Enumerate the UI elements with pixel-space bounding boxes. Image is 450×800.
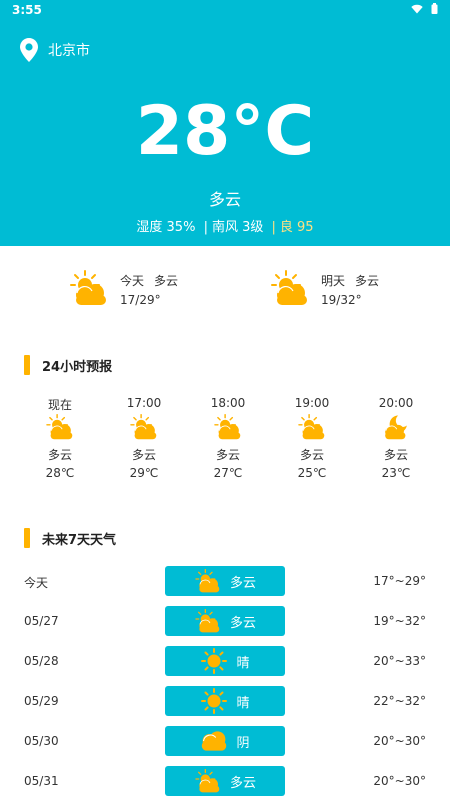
hour-time: 18:00 [210,396,246,410]
hour-condition: 多云 [383,448,408,462]
current-details: 湿度 35% | 南风 3级 | 良 95 [0,216,450,235]
summary-label: 今天 [120,274,145,288]
daily-condition: 晴 [236,695,250,711]
hour-temp: 28℃ [45,466,75,480]
status-icons [411,3,438,14]
daily-range: 20°~30° [373,774,426,788]
hourly-item: 现在 多云 28℃ [18,396,102,482]
hour-time: 现在 [47,398,72,412]
hourly-section-title: 24小时预报 [24,355,112,375]
status-time: 3:55 [12,3,42,17]
summary-label: 明天 [321,274,346,288]
city-name: 北京市 [48,43,90,59]
summary-today: 今天 多云 17/29° [70,264,260,314]
hour-temp: 23℃ [381,466,411,480]
daily-date: 05/27 [24,614,59,628]
partly-cloudy-icon [70,270,108,310]
partly-cloudy-icon [186,414,270,442]
partly-cloudy-icon [18,414,102,442]
partly-cloudy-night-icon [354,414,438,442]
current-condition: 多云 [208,190,241,209]
summary-tomorrow: 明天 多云 19/32° [271,264,450,314]
wind: 南风 3级 [211,220,264,235]
separator: | [203,220,208,235]
hour-condition: 多云 [47,448,72,462]
hourly-item: 19:00 多云 25℃ [270,396,354,482]
hour-condition: 多云 [215,448,240,462]
air-quality: 良 95 [279,220,314,235]
hourly-item: 17:00 多云 29℃ [102,396,186,482]
daily-row[interactable]: 05/31 多云 20°~30° [0,766,450,798]
daily-condition-pill: 晴 [165,646,285,676]
status-bar: 3:55 [0,0,450,22]
summary-range: 19/32° [321,293,362,307]
hourly-title: 24小时预报 [42,359,113,375]
partly-cloudy-icon [102,414,186,442]
summary-condition: 多云 [154,274,179,288]
hour-temp: 29℃ [129,466,159,480]
hour-temp: 25℃ [297,466,327,480]
current-weather-header: 3:55 北京市 28°C 多云 湿度 35% | 南风 3级 | 良 95 [0,0,450,246]
humidity: 湿度 35% [136,220,196,235]
battery-icon [431,3,438,14]
location-pin-icon [20,38,38,62]
sunny-icon [200,688,228,714]
current-temperature: 28°C [135,92,315,171]
sunny-icon [200,648,228,674]
daily-row[interactable]: 05/30 阴 20°~30° [0,726,450,758]
daily-condition-pill: 阴 [165,726,285,756]
daily-range: 20°~33° [373,654,426,668]
daily-row[interactable]: 今天 多云 17°~29° [0,566,450,598]
daily-condition: 多云 [229,615,256,631]
summary-range: 17/29° [120,293,161,307]
location[interactable]: 北京市 [20,38,90,62]
hour-temp: 27℃ [213,466,243,480]
summary-condition: 多云 [355,274,380,288]
daily-date: 今天 [24,576,49,590]
partly-cloudy-icon [271,270,309,310]
daily-date: 05/29 [24,694,59,708]
daily-row[interactable]: 05/28 晴 20°~33° [0,646,450,678]
section-accent-bar [24,355,30,375]
daily-date: 05/31 [24,774,59,788]
two-day-summary: 今天 多云 17/29° 明天 多云 19/32° [0,264,450,324]
hourly-item: 18:00 多云 27℃ [186,396,270,482]
daily-title: 未来7天天气 [42,532,117,548]
daily-range: 20°~30° [373,734,426,748]
daily-condition-pill: 多云 [165,606,285,636]
partly-cloudy-icon [194,608,222,634]
overcast-icon [200,728,228,754]
daily-date: 05/28 [24,654,59,668]
daily-condition: 阴 [236,735,250,751]
partly-cloudy-icon [194,568,222,594]
hour-time: 17:00 [126,396,162,410]
hourly-item: 20:00 多云 23℃ [354,396,438,482]
hour-time: 20:00 [378,396,414,410]
daily-condition: 多云 [229,575,256,591]
daily-condition: 晴 [236,655,250,671]
daily-condition-pill: 多云 [165,766,285,796]
daily-condition-pill: 晴 [165,686,285,716]
daily-condition: 多云 [229,775,256,791]
partly-cloudy-icon [194,768,222,794]
daily-date: 05/30 [24,734,59,748]
hourly-forecast[interactable]: 现在 多云 28℃ 17:00 多云 29℃ 18:00 多云 27℃ 19:0… [18,396,438,486]
daily-range: 19°~32° [373,614,426,628]
hour-condition: 多云 [131,448,156,462]
daily-section-title: 未来7天天气 [24,528,116,548]
daily-range: 22°~32° [373,694,426,708]
section-accent-bar [24,528,30,548]
wifi-icon [411,4,423,13]
partly-cloudy-icon [270,414,354,442]
daily-row[interactable]: 05/27 多云 19°~32° [0,606,450,638]
daily-range: 17°~29° [373,574,426,588]
hour-time: 19:00 [294,396,330,410]
separator: | [271,220,276,235]
daily-condition-pill: 多云 [165,566,285,596]
hour-condition: 多云 [299,448,324,462]
daily-row[interactable]: 05/29 晴 22°~32° [0,686,450,718]
